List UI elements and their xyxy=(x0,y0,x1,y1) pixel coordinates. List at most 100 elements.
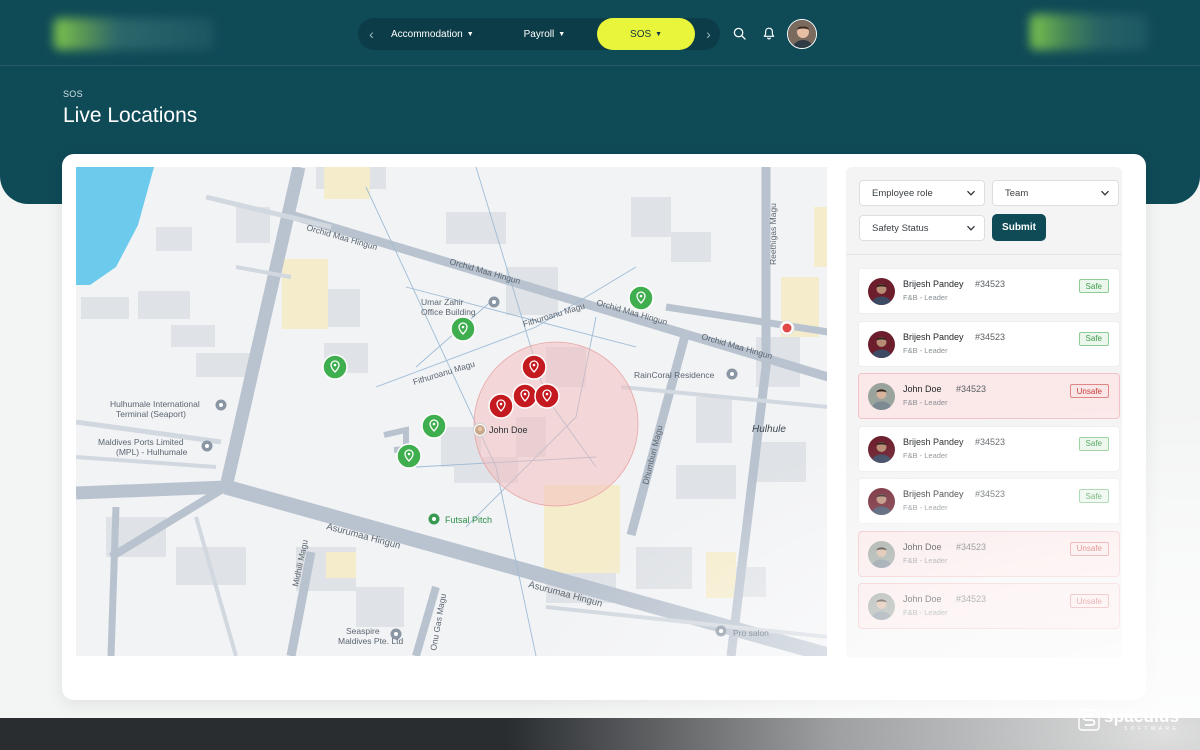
bell-icon[interactable] xyxy=(760,24,778,42)
status-badge: Safe xyxy=(1078,436,1109,451)
employee-id: #34523 xyxy=(956,384,987,394)
employee-row[interactable]: Brijesh Pandey #34523 F&B - Leader Safe xyxy=(858,478,1120,524)
employee-role: F&B - Leader xyxy=(903,345,948,355)
user-marker xyxy=(473,423,487,437)
footer-background xyxy=(0,718,1200,750)
place-pin-icon xyxy=(390,628,402,640)
chevron-down-icon xyxy=(967,190,975,196)
status-badge: Unsafe xyxy=(1069,594,1109,608)
select-value: Employee role xyxy=(872,187,933,199)
employee-name: Brijesh Pandey xyxy=(903,436,964,447)
company-logo xyxy=(1030,14,1148,50)
employee-row[interactable]: Brijesh Pandey #34523 F&B - Leader Safe xyxy=(858,268,1120,314)
spaculus-logo-icon xyxy=(1078,709,1100,731)
safe-location-marker xyxy=(628,285,654,311)
content-card: Orchid Maa Hingun Orchid Maa Hingun Orch… xyxy=(62,154,1146,700)
user-marker-label: John Doe xyxy=(489,425,528,435)
employee-row[interactable]: John Doe #34523 F&B - Leader Unsafe xyxy=(858,373,1120,419)
place-label: RainCoral Residence xyxy=(634,370,715,380)
place-label: Seaspire xyxy=(346,626,380,636)
map-block xyxy=(636,547,692,589)
status-badge: Safe xyxy=(1078,279,1109,293)
road xyxy=(76,455,217,469)
employee-role: F&B - Leader xyxy=(903,450,948,460)
employee-id: #34523 xyxy=(975,436,1006,447)
place-label: (MPL) - Hulhumale xyxy=(116,447,188,457)
breadcrumb[interactable]: SOS xyxy=(63,89,83,99)
nav-item-label: Payroll xyxy=(523,28,555,40)
chevron-right-icon[interactable]: › xyxy=(697,26,720,42)
unsafe-location-marker xyxy=(521,354,547,380)
road xyxy=(107,506,120,656)
employee-id: #34523 xyxy=(956,594,987,604)
map-block xyxy=(138,291,190,319)
chevron-left-icon[interactable]: ‹ xyxy=(360,26,383,42)
road xyxy=(76,480,227,500)
nav-item-sos[interactable]: SOS ▼ xyxy=(597,18,695,50)
place-label: Terminal (Seaport) xyxy=(116,409,186,419)
employee-avatar xyxy=(868,488,895,515)
caret-down-icon: ▼ xyxy=(655,30,663,38)
place-pin-icon xyxy=(715,625,727,637)
map-lot xyxy=(282,259,328,329)
street-label: Dhumburi Magu xyxy=(640,424,664,485)
map-view[interactable]: Orchid Maa Hingun Orchid Maa Hingun Orch… xyxy=(76,167,827,656)
employee-row[interactable]: John Doe #34523 F&B - Leader Unsafe xyxy=(858,530,1120,577)
nav-item-payroll[interactable]: Payroll ▼ xyxy=(524,18,566,50)
status-badge: Safe xyxy=(1078,331,1109,346)
employee-avatar xyxy=(868,278,895,305)
map-block xyxy=(631,197,671,237)
employee-id: #34523 xyxy=(956,541,987,552)
chevron-down-icon xyxy=(967,225,975,231)
place-pin-icon xyxy=(215,399,227,411)
place-pin-icon xyxy=(488,296,500,308)
user-avatar[interactable] xyxy=(787,19,817,49)
map-lot xyxy=(706,552,736,598)
employee-id: #34523 xyxy=(975,331,1006,342)
safety-status-select[interactable]: Safety Status xyxy=(859,215,985,241)
employee-role-select[interactable]: Employee role xyxy=(859,180,985,206)
map-lot xyxy=(326,552,356,578)
team-select[interactable]: Team xyxy=(992,180,1119,206)
map-block xyxy=(81,297,129,319)
nav-item-accommodation[interactable]: Accommodation ▼ xyxy=(391,18,474,50)
employee-row[interactable]: Brijesh Pandey #34523 F&B - Leader Safe xyxy=(858,320,1120,367)
place-pin-icon xyxy=(726,368,738,380)
place-pin-icon xyxy=(428,513,440,525)
place-label: Pro salon xyxy=(733,628,769,638)
submit-button[interactable]: Submit xyxy=(992,214,1046,241)
employee-role: F&B - Leader xyxy=(903,555,948,565)
map-block xyxy=(356,587,404,627)
map-block xyxy=(446,212,506,244)
water-area xyxy=(76,167,154,285)
page-title: Live Locations xyxy=(63,104,198,127)
employee-role: F&B - Leader xyxy=(903,293,948,302)
employee-id: #34523 xyxy=(975,489,1006,499)
employee-row[interactable]: Brijesh Pandey #34523 F&B - Leader Safe xyxy=(858,425,1120,472)
status-badge: Safe xyxy=(1078,489,1109,503)
module-nav: ‹ Accommodation ▼ Payroll ▼ SOS ▼ › xyxy=(358,18,720,50)
employee-role: F&B - Leader xyxy=(903,608,948,617)
employee-id: #34523 xyxy=(975,279,1006,289)
employee-name: Brijesh Pandey xyxy=(903,279,964,289)
brand-name: spaculus xyxy=(1104,707,1180,726)
place-label: Futsal Pitch xyxy=(445,515,492,525)
nav-item-label: SOS xyxy=(630,28,652,40)
chevron-down-icon xyxy=(1101,190,1109,196)
place-pin-icon xyxy=(201,440,213,452)
place-label: Hulhule xyxy=(752,424,786,435)
top-navigation-bar: ‹ Accommodation ▼ Payroll ▼ SOS ▼ › xyxy=(0,0,1200,66)
place-label: Umar Zahir xyxy=(421,297,464,307)
app-logo[interactable] xyxy=(54,18,214,50)
employee-avatar xyxy=(868,435,895,463)
caret-down-icon: ▼ xyxy=(466,30,474,38)
place-label: Hulhumale International xyxy=(110,399,200,409)
employee-row[interactable]: John Doe #34523 F&B - Leader Unsafe xyxy=(858,583,1120,629)
employee-role: F&B - Leader xyxy=(903,503,948,512)
map-block xyxy=(696,397,732,443)
place-label: Maldives Ports Limited xyxy=(98,437,184,447)
safe-location-marker xyxy=(450,316,476,342)
search-icon[interactable] xyxy=(730,24,748,42)
employee-name: John Doe xyxy=(903,594,942,604)
employee-name: Brijesh Pandey xyxy=(903,489,964,499)
